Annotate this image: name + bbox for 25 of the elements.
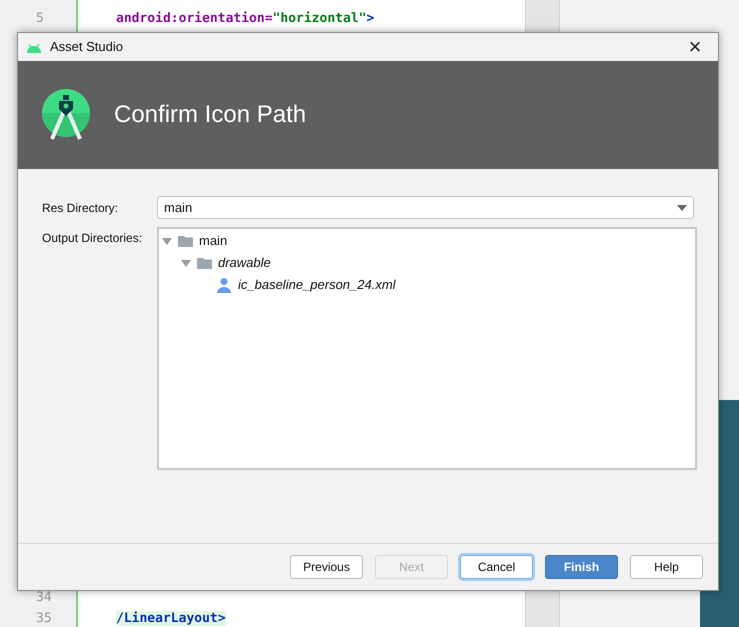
tree-item[interactable]: main [199,231,228,251]
dialog-button[interactable]: Finish [545,555,618,579]
code-line: android:orientation="horizontal"> [116,10,374,28]
dialog-button[interactable]: Cancel [460,555,533,579]
close-button[interactable]: × [680,35,710,59]
dialog-button[interactable]: Help [630,555,703,579]
field-label: Res Directory: [42,200,120,216]
person-icon [216,277,232,293]
android-icon [26,42,42,52]
dialog-button[interactable]: Previous [290,555,363,579]
android-studio-logo-icon [42,89,90,141]
header-title: Confirm Icon Path [114,100,306,130]
line-number: 5 [35,10,45,28]
tree-item[interactable]: drawable [218,253,271,273]
window-title: Asset Studio [50,38,123,56]
dropdown-arrow-icon [677,204,687,210]
line-number: 34 [35,588,53,607]
expand-arrow-icon[interactable] [181,258,191,268]
line-number: 35 [35,610,53,627]
expand-arrow-icon[interactable] [162,236,172,246]
folder-icon [197,257,212,269]
folder-icon [178,235,193,247]
field-label: Output Directories: [42,230,144,247]
tree-item[interactable]: ic_baseline_person_24.xml [238,275,396,295]
res-directory-dropdown[interactable]: main [157,196,694,219]
